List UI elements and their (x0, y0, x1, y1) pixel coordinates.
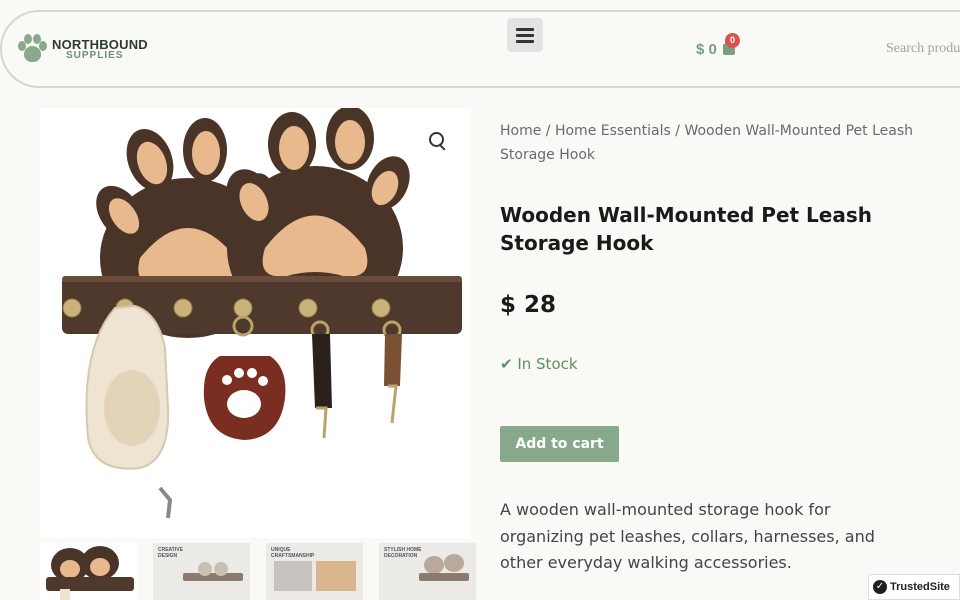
stock-status: ✔ In Stock (500, 355, 578, 373)
product-thumbnails: CREATIVE DESIGN UNIQUE CRAFTSMANSHIP STY… (40, 543, 476, 600)
cart-count-badge: 0 (725, 33, 740, 48)
trustedsite-badge[interactable]: ✓ TrustedSite (868, 574, 960, 600)
thumbnail-1[interactable] (40, 543, 137, 600)
product-description: A wooden wall-mounted storage hook for o… (500, 500, 875, 572)
thumbnail-1-image (46, 546, 134, 600)
trustedsite-label: TrustedSite (890, 581, 950, 593)
paw-logo-icon (16, 33, 48, 65)
product-main-image[interactable] (40, 108, 471, 538)
site-logo[interactable]: NORTHBOUND SUPPLIES (16, 33, 148, 65)
menu-toggle-button[interactable] (507, 18, 543, 52)
leash-hook-illustration (62, 108, 462, 519)
thumbnail-3-caption: UNIQUE CRAFTSMANSHIP (271, 547, 315, 559)
breadcrumb-category[interactable]: Home Essentials (555, 123, 671, 139)
product-price: $ 28 (500, 292, 557, 318)
breadcrumb: Home / Home Essentials / Wooden Wall-Mou… (500, 119, 920, 167)
breadcrumb-home[interactable]: Home (500, 123, 541, 139)
hamburger-icon (516, 27, 534, 31)
logo-subtitle: SUPPLIES (66, 49, 124, 61)
logo-name: NORTHBOUND (52, 36, 148, 52)
thumbnail-2-caption: CREATIVE DESIGN (158, 547, 183, 559)
check-icon: ✓ (873, 580, 887, 594)
cart-link[interactable]: $ 0 0 (696, 33, 740, 58)
search-input[interactable]: Search products… (886, 41, 960, 57)
thumbnail-4-caption: STYLISH HOME DECORATION (384, 547, 422, 559)
zoom-icon[interactable] (429, 132, 449, 152)
product-title: Wooden Wall-Mounted Pet Leash Storage Ho… (500, 203, 872, 255)
thumbnail-2[interactable]: CREATIVE DESIGN (153, 543, 250, 600)
thumbnail-3[interactable]: UNIQUE CRAFTSMANSHIP (266, 543, 363, 600)
add-to-cart-button[interactable]: Add to cart (500, 426, 619, 462)
thumbnail-4[interactable]: STYLISH HOME DECORATION (379, 543, 476, 600)
site-header: NORTHBOUND SUPPLIES $ 0 0 Search product… (0, 10, 960, 88)
breadcrumb-separator: / (670, 123, 685, 139)
cart-total: $ 0 (696, 41, 717, 58)
breadcrumb-separator: / (541, 123, 555, 139)
